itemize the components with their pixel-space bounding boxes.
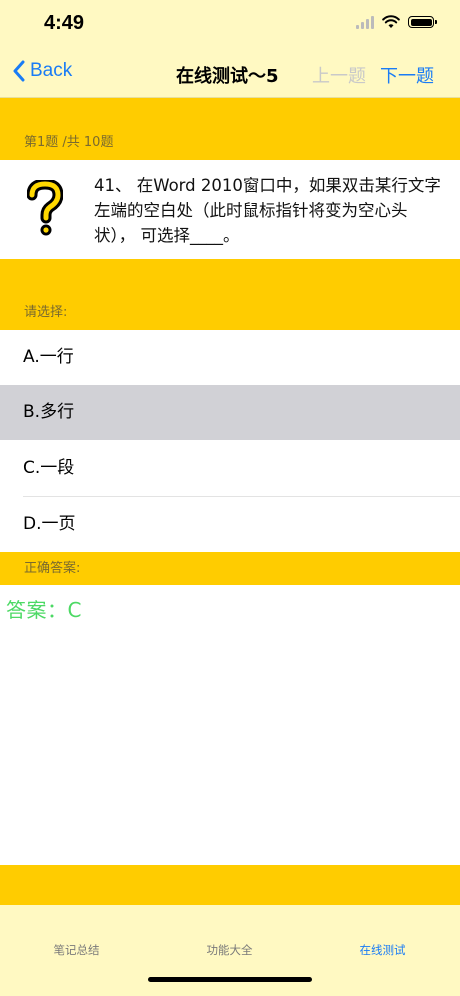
choice-header: 请选择: xyxy=(0,259,460,330)
tab-features[interactable]: 功能大全 xyxy=(153,942,306,958)
choice-header-label: 请选择: xyxy=(24,305,68,320)
question-mark-icon xyxy=(27,180,63,236)
battery-icon xyxy=(408,16,437,28)
back-button[interactable]: Back xyxy=(12,60,72,82)
option-c[interactable]: C.一段 xyxy=(0,441,460,496)
home-indicator[interactable] xyxy=(148,977,312,982)
option-a[interactable]: A.一行 xyxy=(0,330,460,385)
question-progress-header: 第1题 /共 10题 xyxy=(0,98,460,160)
back-label: Back xyxy=(30,60,73,81)
option-b[interactable]: B.多行 xyxy=(0,385,460,440)
next-question-button[interactable]: 下一题 xyxy=(380,62,434,88)
answer-header-label: 正确答案: xyxy=(24,561,81,576)
question-progress: 第1题 /共 10题 xyxy=(24,135,114,150)
wifi-icon xyxy=(382,15,400,28)
previous-question-button[interactable]: 上一题 xyxy=(312,62,366,88)
status-icons xyxy=(356,15,437,29)
question-card: 41、 在Word 2010窗口中，如果双击某行文字左端的空白处（此时鼠标指针将… xyxy=(0,160,460,259)
status-bar: 4:49 xyxy=(0,0,460,50)
tab-bar: 笔记总结 功能大全 在线测试 xyxy=(0,905,460,996)
answer-header: 正确答案: xyxy=(0,552,460,585)
tab-notes-summary[interactable]: 笔记总结 xyxy=(0,942,153,958)
option-d[interactable]: D.一页 xyxy=(0,497,460,552)
page-title: 在线测试～5 xyxy=(176,66,279,87)
answer-text: 答案：C xyxy=(6,598,82,622)
question-text: 41、 在Word 2010窗口中，如果双击某行文字左端的空白处（此时鼠标指针将… xyxy=(94,176,441,245)
chevron-left-icon xyxy=(13,60,25,82)
navigation-bar: Back 在线测试～5 上一题 下一题 xyxy=(0,50,460,98)
tab-online-test[interactable]: 在线测试 xyxy=(306,942,459,958)
bottom-banner xyxy=(0,865,460,905)
cellular-signal-icon xyxy=(356,15,374,29)
status-time: 4:49 xyxy=(44,12,85,34)
